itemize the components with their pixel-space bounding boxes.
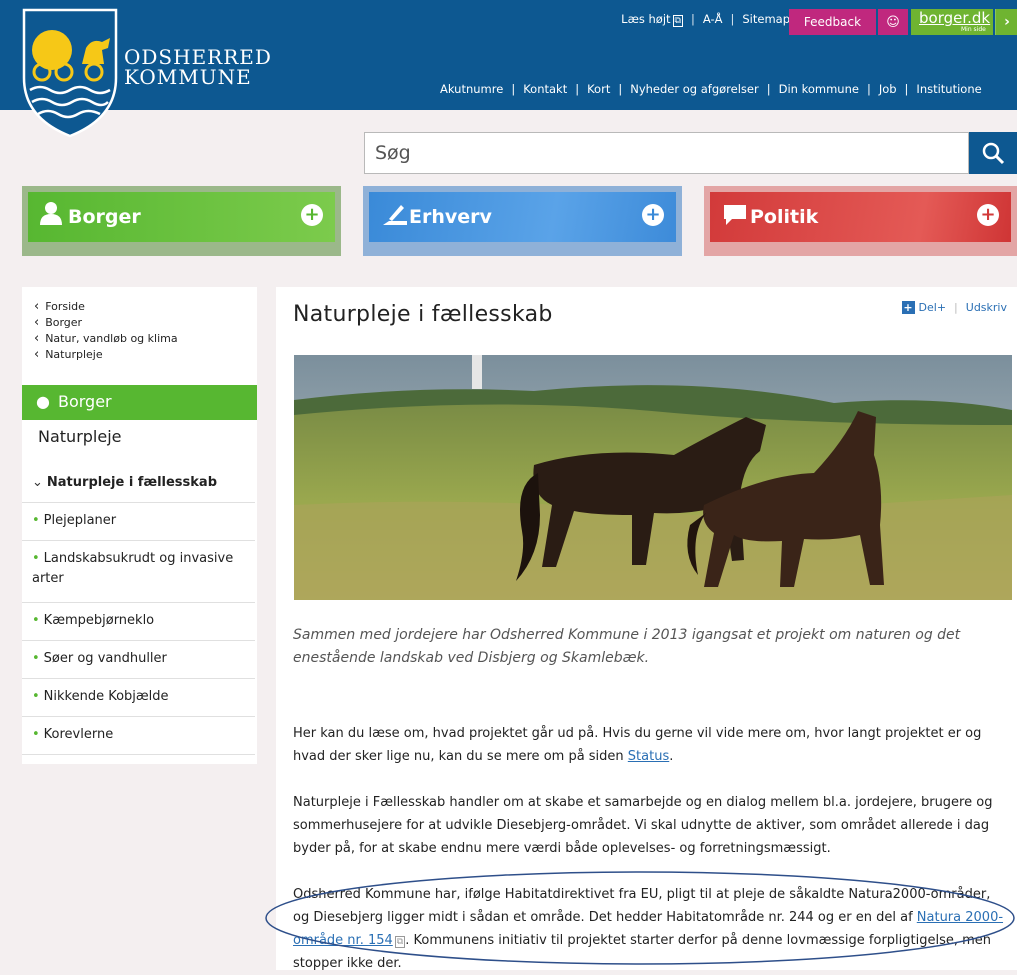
site-brand[interactable]: ODSHERRED KOMMUNE <box>124 47 272 87</box>
print-link[interactable]: Udskriv <box>966 301 1007 314</box>
speech-bubble-icon <box>724 205 746 225</box>
ruler-icon <box>383 205 407 225</box>
page-title: Naturpleje i fællesskab <box>293 302 553 327</box>
sidebar-item-plejeplaner[interactable]: Plejeplaner <box>22 503 255 541</box>
nav-kort[interactable]: Kort <box>587 82 610 96</box>
breadcrumb: Forside Borger Natur, vandløb og klima N… <box>34 299 178 363</box>
expand-plus-icon[interactable]: + <box>301 204 323 226</box>
feedback-button[interactable]: Feedback <box>789 9 876 35</box>
chevron-right-icon[interactable]: › <box>995 9 1017 35</box>
paragraph-about: Naturpleje i Fællesskab handler om at sk… <box>293 795 993 856</box>
sidebar: Forside Borger Natur, vandløb og klima N… <box>22 287 257 764</box>
sidebar-title[interactable]: Naturpleje <box>38 427 122 446</box>
person-icon: ● <box>36 392 50 411</box>
tile-erhverv[interactable]: Erhverv + <box>363 186 682 256</box>
tile-politik[interactable]: Politik + <box>704 186 1017 256</box>
sidebar-menu: Naturpleje i fællesskab Plejeplaner Land… <box>22 465 255 755</box>
person-icon <box>40 202 62 225</box>
read-aloud-link[interactable]: Læs højt ⧉ <box>621 12 683 27</box>
share-tools: + Del+ | Udskriv <box>901 301 1007 314</box>
search-icon <box>982 142 1005 165</box>
breadcrumb-forside[interactable]: Forside <box>34 299 178 315</box>
breadcrumb-borger[interactable]: Borger <box>34 315 178 331</box>
paragraph-intro: Her kan du læse om, hvad projektet går u… <box>293 726 982 764</box>
sidebar-item-korevlerne[interactable]: Korevlerne <box>22 717 255 755</box>
main-nav: Akutnumre | Kontakt | Kort | Nyheder og afg… <box>440 82 982 96</box>
external-link-icon: ⧉ <box>672 15 683 27</box>
borger-dk-button[interactable]: borger.dk Min side <box>911 9 993 35</box>
lead-paragraph: Sammen med jordejere har Odsherred Kommu… <box>293 627 961 666</box>
nav-job[interactable]: Job <box>879 82 897 96</box>
breadcrumb-naturpleje[interactable]: Naturpleje <box>34 347 178 363</box>
expand-plus-icon[interactable]: + <box>977 204 999 226</box>
nav-nyheder[interactable]: Nyheder og afgørelser <box>630 82 759 96</box>
sidebar-item-kaempebjoerneklo[interactable]: Kæmpebjørneklo <box>22 603 255 641</box>
nav-kontakt[interactable]: Kontakt <box>523 82 567 96</box>
sidebar-item-soeer-og-vandhuller[interactable]: Søer og vandhuller <box>22 641 255 679</box>
sidebar-section-header[interactable]: ● Borger <box>22 385 257 420</box>
highlight-ellipse-annotation <box>265 871 1015 965</box>
sidebar-item-landskabsukrudt[interactable]: Landskabsukrudt og invasive arter <box>22 541 255 603</box>
municipality-shield-logo[interactable] <box>22 8 118 138</box>
smiley-icon[interactable]: ☺ <box>878 9 908 35</box>
hero-image-horses <box>294 355 1012 600</box>
sidebar-item-nikkende-kobjaelde[interactable]: Nikkende Kobjælde <box>22 679 255 717</box>
nav-din-kommune[interactable]: Din kommune <box>779 82 859 96</box>
breadcrumb-natur[interactable]: Natur, vandløb og klima <box>34 331 177 347</box>
expand-plus-icon[interactable]: + <box>642 204 664 226</box>
a-z-link[interactable]: A-Å <box>703 12 723 26</box>
top-links: Læs højt ⧉ | A-Å | Sitemap <box>621 12 790 27</box>
sidebar-item-naturpleje-i-faellesskab[interactable]: Naturpleje i fællesskab <box>22 465 255 503</box>
tile-borger[interactable]: Borger + <box>22 186 341 256</box>
sitemap-link[interactable]: Sitemap <box>742 12 790 26</box>
search-input[interactable] <box>364 132 969 174</box>
nav-akutnumre[interactable]: Akutnumre <box>440 82 503 96</box>
status-link[interactable]: Status <box>628 749 669 764</box>
site-header: ODSHERRED KOMMUNE Læs højt ⧉ | A-Å | Site… <box>0 0 1017 110</box>
search-button[interactable] <box>969 132 1017 174</box>
plus-icon: + <box>901 301 915 314</box>
nav-institutioner[interactable]: Institutione <box>916 82 981 96</box>
share-link[interactable]: Del+ <box>919 301 947 314</box>
